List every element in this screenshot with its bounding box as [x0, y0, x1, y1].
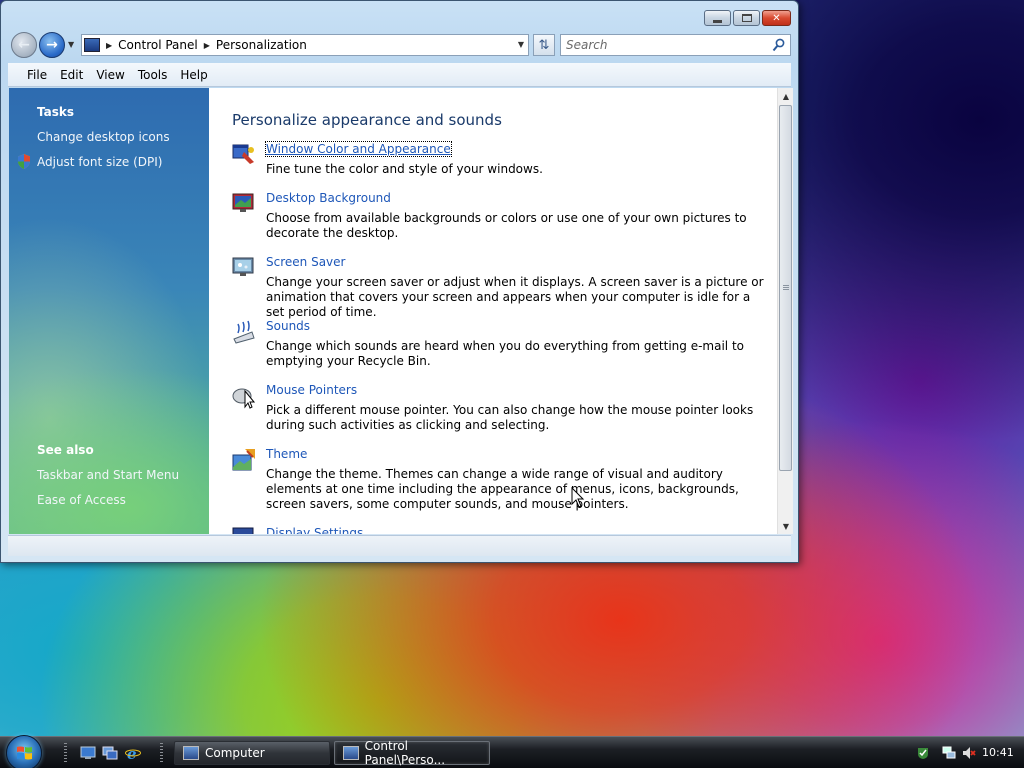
minimize-button[interactable] — [704, 10, 731, 26]
taskbar-grip[interactable] — [64, 743, 67, 763]
svg-text:e: e — [127, 746, 137, 760]
computer-icon — [183, 746, 199, 760]
desktop-background-description: Choose from available backgrounds or col… — [266, 211, 747, 240]
see-also-heading: See also — [37, 443, 94, 457]
window-color-link[interactable]: Window Color and Appearance — [265, 141, 452, 157]
theme-description: Change the theme. Themes can change a wi… — [266, 467, 739, 511]
show-desktop-icon[interactable] — [80, 746, 96, 760]
caption-buttons: ✕ — [702, 10, 791, 26]
internet-explorer-icon[interactable]: e — [125, 746, 141, 760]
menu-edit[interactable]: Edit — [60, 68, 83, 82]
display-settings-link[interactable]: Display Settings — [266, 526, 363, 534]
breadcrumb-arrow-icon[interactable]: ▶ — [204, 41, 210, 50]
network-icon[interactable] — [942, 746, 956, 760]
window-color-icon — [232, 144, 254, 164]
desktop-background-icon — [232, 193, 254, 212]
sounds-link[interactable]: Sounds — [266, 319, 310, 333]
system-clock[interactable]: 10:41 — [982, 746, 1014, 759]
change-desktop-icons-link[interactable]: Change desktop icons — [37, 130, 170, 144]
scroll-up-arrow-icon[interactable]: ▲ — [778, 88, 794, 104]
menu-tools[interactable]: Tools — [138, 68, 168, 82]
theme-icon — [232, 449, 255, 471]
windows-logo-icon — [17, 746, 32, 760]
notification-area: 10:41 — [906, 737, 1024, 768]
adjust-font-size-link[interactable]: Adjust font size (DPI) — [37, 155, 162, 169]
content-pane: Personalize appearance and sounds Window… — [209, 88, 777, 534]
breadcrumb-arrow-icon[interactable]: ▶ — [106, 41, 112, 50]
maximize-button[interactable] — [733, 10, 760, 26]
back-button[interactable]: ← — [11, 32, 37, 58]
search-box — [560, 34, 791, 56]
recent-pages-dropdown[interactable]: ▼ — [68, 40, 74, 49]
tasks-heading: Tasks — [37, 105, 75, 119]
desktop-background-link[interactable]: Desktop Background — [266, 191, 391, 205]
scroll-down-arrow-icon[interactable]: ▼ — [778, 518, 794, 534]
taskbar-start-menu-link[interactable]: Taskbar and Start Menu — [37, 468, 179, 482]
address-bar[interactable]: ▶ Control Panel ▶ Personalization ▼ — [81, 34, 529, 56]
mouse-pointers-description: Pick a different mouse pointer. You can … — [266, 403, 754, 432]
taskbar-button-control-panel[interactable]: Control Panel\Perso... — [334, 739, 490, 767]
taskbar-button-computer[interactable]: Computer — [174, 741, 330, 765]
screen-saver-link[interactable]: Screen Saver — [266, 255, 345, 269]
control-panel-window: ✕ ← → ▼ ▶ Control Panel ▶ Personalizatio… — [0, 0, 799, 563]
security-center-icon[interactable] — [916, 746, 930, 760]
search-input[interactable] — [561, 35, 761, 55]
mouse-pointers-icon — [232, 388, 256, 409]
control-panel-icon — [84, 38, 100, 52]
refresh-button[interactable]: ⇅ — [533, 34, 555, 56]
breadcrumb-control-panel[interactable]: Control Panel — [118, 38, 198, 52]
taskbar-grip[interactable] — [160, 743, 163, 763]
sounds-icon — [233, 320, 255, 344]
menu-file[interactable]: File — [27, 68, 47, 82]
sounds-description: Change which sounds are heard when you d… — [266, 339, 744, 368]
switch-windows-icon[interactable] — [102, 746, 118, 760]
search-icon[interactable] — [772, 38, 785, 52]
screen-saver-description: Change your screen saver or adjust when … — [266, 275, 764, 319]
menu-view[interactable]: View — [96, 68, 124, 82]
forward-button[interactable]: → — [39, 32, 65, 58]
navigation-bar: ← → ▼ ▶ Control Panel ▶ Personalization … — [9, 32, 791, 58]
screen-saver-icon — [232, 257, 254, 276]
control-panel-icon — [343, 746, 359, 760]
scroll-thumb[interactable] — [779, 105, 792, 471]
volume-muted-icon[interactable] — [962, 746, 976, 760]
taskbar-button-label: Control Panel\Perso... — [364, 739, 446, 767]
page-title: Personalize appearance and sounds — [232, 111, 502, 129]
theme-link[interactable]: Theme — [266, 447, 307, 461]
vertical-scrollbar[interactable]: ▲ ▼ — [777, 88, 793, 534]
task-pane: Tasks Change desktop icons Adjust font s… — [9, 88, 209, 534]
taskbar: e Computer Control Panel\Perso... 10:41 — [0, 735, 1024, 768]
menu-help[interactable]: Help — [180, 68, 207, 82]
status-bar — [8, 535, 791, 556]
address-dropdown-icon[interactable]: ▼ — [518, 40, 524, 49]
window-color-description: Fine tune the color and style of your wi… — [266, 162, 543, 176]
close-button[interactable]: ✕ — [762, 10, 791, 26]
mouse-pointers-link[interactable]: Mouse Pointers — [266, 383, 357, 397]
menu-bar: File Edit View Tools Help — [8, 63, 791, 87]
breadcrumb-personalization[interactable]: Personalization — [216, 38, 307, 52]
ease-of-access-link[interactable]: Ease of Access — [37, 493, 126, 507]
uac-shield-icon — [18, 154, 30, 169]
display-settings-icon — [232, 527, 254, 534]
mouse-cursor-icon — [571, 487, 585, 508]
start-button[interactable] — [6, 735, 42, 768]
taskbar-button-label: Computer — [205, 746, 265, 760]
